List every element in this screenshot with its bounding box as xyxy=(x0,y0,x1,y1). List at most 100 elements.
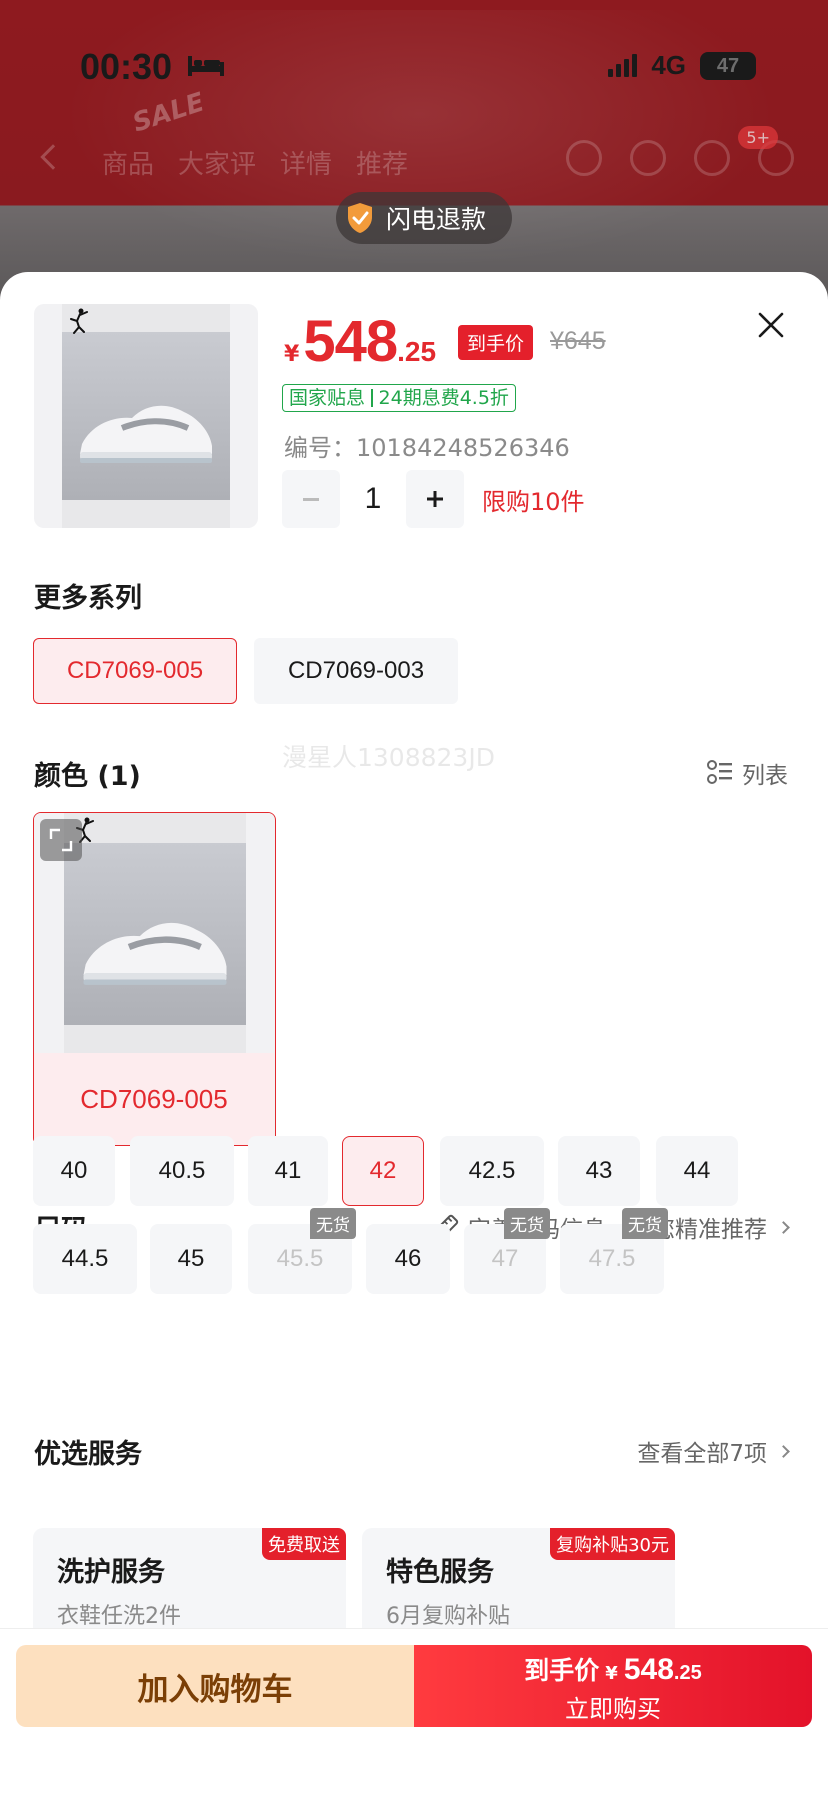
buy-price: 到手价 ¥ 548 .25 xyxy=(414,1651,812,1687)
price: ¥ 548 .25 xyxy=(284,308,436,375)
status-time: 00:30 xyxy=(80,46,173,87)
size-option-41[interactable]: 41 xyxy=(248,1136,328,1206)
nav-actions: 5+ xyxy=(566,126,794,176)
sku-selector-sheet: ¥ 548 .25 到手价 ¥645 国家贴息 24期息费4.5折 编号：101… xyxy=(0,272,828,1801)
subsidy-label: 国家贴息 xyxy=(289,387,366,409)
tab-product: 商品 xyxy=(102,150,155,180)
buy-currency: ¥ xyxy=(605,1663,618,1684)
back-arrow-icon xyxy=(40,144,66,170)
product-tabs: 商品 大家评 详情 推荐 xyxy=(102,144,408,181)
services-title: 优选服务 xyxy=(34,1439,142,1470)
list-view-label: 列表 xyxy=(742,763,788,789)
tab-details: 详情 xyxy=(280,150,333,180)
sku-value: 10184248526346 xyxy=(356,434,570,462)
size-option-42[interactable]: 42 xyxy=(342,1136,424,1206)
series-option-1[interactable]: CD7069-005 xyxy=(33,638,237,704)
add-to-cart-button[interactable]: 加入购物车 xyxy=(16,1645,414,1727)
quantity-value[interactable]: 1 xyxy=(340,482,406,516)
color-shoe-image xyxy=(64,843,246,1025)
size-label: 47.5 xyxy=(588,1245,636,1272)
series-option-2[interactable]: CD7069-003 xyxy=(254,638,458,704)
size-label: 40.5 xyxy=(158,1157,206,1184)
service-title: 特色服务 xyxy=(386,1557,494,1588)
price-currency: ¥ xyxy=(284,342,300,367)
size-option-42.5[interactable]: 42.5 xyxy=(440,1136,544,1206)
original-price: ¥645 xyxy=(550,327,606,355)
tab-reviews: 大家评 xyxy=(178,150,257,180)
sleep-mode-icon xyxy=(188,56,224,76)
bottom-action-bar: 加入购物车 到手价 ¥ 548 .25 立即购买 xyxy=(0,1628,828,1801)
search-icon xyxy=(566,140,602,176)
out-of-stock-badge: 无货 xyxy=(622,1208,668,1239)
chevron-right-icon xyxy=(777,1220,790,1234)
out-of-stock-badge: 无货 xyxy=(504,1208,550,1239)
network-type: 4G xyxy=(651,50,686,80)
size-label: 44 xyxy=(683,1157,711,1184)
size-option-40[interactable]: 40 xyxy=(33,1136,115,1206)
size-option-43[interactable]: 43 xyxy=(558,1136,640,1206)
service-subtitle: 6月复购补贴 xyxy=(386,1604,510,1629)
star-icon xyxy=(630,140,666,176)
refund-pill: 闪电退款 xyxy=(336,192,513,244)
plus-icon xyxy=(427,491,443,507)
out-of-stock-badge: 无货 xyxy=(310,1208,356,1239)
size-label: 43 xyxy=(585,1157,613,1184)
message-badge: 5+ xyxy=(738,126,778,149)
buy-now-button[interactable]: 到手价 ¥ 548 .25 立即购买 xyxy=(414,1645,812,1727)
subsidy-tag[interactable]: 国家贴息 24期息费4.5折 xyxy=(282,384,516,412)
buy-price-decimal: .25 xyxy=(673,1662,702,1684)
size-option-40.5[interactable]: 40.5 xyxy=(130,1136,234,1206)
buy-now-label: 立即购买 xyxy=(565,1695,661,1723)
sneaker-illustration xyxy=(80,405,212,463)
shield-check-icon xyxy=(348,203,372,233)
status-indicators: 4G 47 xyxy=(608,50,756,81)
share-icon xyxy=(694,140,730,176)
buy-price-label: 到手价 xyxy=(524,1656,600,1685)
size-label: 42 xyxy=(369,1157,397,1184)
series-title: 更多系列 xyxy=(34,583,142,614)
view-all-services-link[interactable]: 查看全部7项 xyxy=(637,1434,790,1468)
battery-icon: 47 xyxy=(700,51,756,80)
minus-icon xyxy=(303,498,319,501)
service-tag: 复购补贴30元 xyxy=(550,1528,675,1560)
price-integer: 548 xyxy=(303,309,398,374)
expand-icon[interactable] xyxy=(40,819,82,861)
increase-button[interactable] xyxy=(406,470,464,528)
size-label: 46 xyxy=(394,1245,422,1272)
purchase-limit: 限购10件 xyxy=(482,487,585,516)
product-nav-bar: 商品 大家评 详情 推荐 5+ xyxy=(0,126,828,184)
close-icon[interactable] xyxy=(754,308,788,342)
color-option-label: CD7069-005 xyxy=(34,1053,274,1145)
size-label: 42.5 xyxy=(468,1157,516,1184)
size-label: 45 xyxy=(177,1245,205,1272)
size-option-47.5: 47.5 无货 xyxy=(560,1208,668,1294)
size-label: 44.5 xyxy=(61,1245,109,1272)
product-page-backdrop: SALE 00:30 4G 47 商品 大家评 详情 推荐 5+ 闪电退款 xyxy=(0,0,828,300)
shoe-image xyxy=(62,332,230,500)
size-option-44[interactable]: 44 xyxy=(656,1136,738,1206)
list-icon xyxy=(707,760,732,784)
color-option-card[interactable]: CD7069-005 xyxy=(33,812,276,1146)
size-option-45.5: 45.5 无货 xyxy=(248,1208,356,1294)
size-label: 40 xyxy=(60,1157,88,1184)
tab-recommend: 推荐 xyxy=(356,150,409,180)
chevron-right-icon xyxy=(777,1444,790,1458)
view-all-text: 查看全部7项 xyxy=(637,1441,767,1467)
service-subtitle: 衣鞋任洗2件 xyxy=(57,1604,181,1629)
sneaker-illustration xyxy=(83,922,227,985)
final-price-tag: 到手价 xyxy=(458,325,534,360)
size-option-46[interactable]: 46 xyxy=(366,1224,450,1294)
buy-price-integer: 548 xyxy=(623,1653,674,1686)
decrease-button[interactable] xyxy=(282,470,340,528)
size-label: 41 xyxy=(274,1157,302,1184)
size-option-45[interactable]: 45 xyxy=(150,1224,232,1294)
jumpman-logo-icon xyxy=(70,308,88,334)
size-option-47: 47 无货 xyxy=(464,1208,550,1294)
size-label: 45.5 xyxy=(276,1245,324,1272)
list-view-toggle[interactable]: 列表 xyxy=(706,756,788,790)
quantity-stepper: 1 限购10件 xyxy=(282,470,585,528)
product-thumbnail[interactable] xyxy=(34,304,258,528)
size-option-44.5[interactable]: 44.5 xyxy=(33,1224,137,1294)
sku-number: 编号：10184248526346 xyxy=(284,428,570,463)
watermark: 漫星人1308823JD xyxy=(282,743,495,772)
